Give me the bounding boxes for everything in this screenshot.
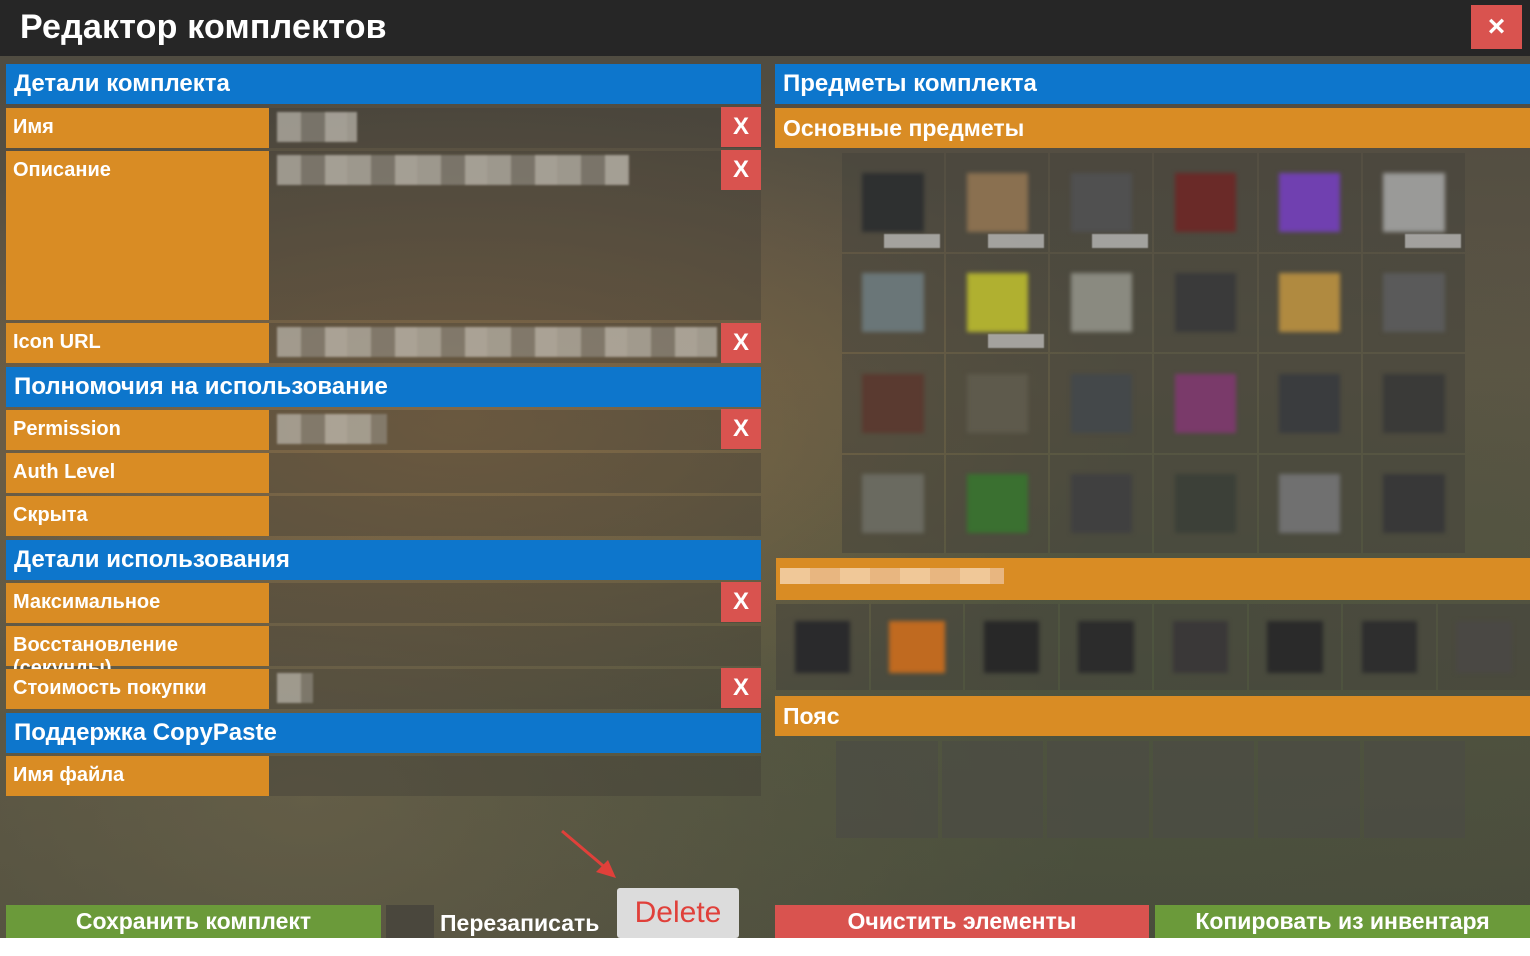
hidden-toggle[interactable] (269, 496, 761, 536)
item-slot[interactable] (1362, 354, 1465, 453)
wear-items-row (776, 604, 1530, 690)
permission-input[interactable] (269, 410, 761, 450)
close-button[interactable]: × (1471, 5, 1522, 49)
item-slot[interactable] (1362, 153, 1465, 252)
belt-header: Пояс (775, 696, 1530, 736)
cooldown-input[interactable] (269, 626, 761, 666)
item-slot[interactable] (1154, 454, 1257, 553)
belt-slot[interactable] (836, 741, 938, 838)
description-value-blurred (277, 155, 629, 185)
item-slot[interactable] (1050, 454, 1153, 553)
hidden-label: Скрыта (6, 496, 269, 536)
description-textarea[interactable] (269, 151, 761, 320)
description-label: Описание (6, 151, 269, 320)
belt-slot[interactable] (941, 741, 1043, 838)
kit-editor-window: Редактор комплектов × Детали комплекта И… (0, 0, 1530, 938)
purchase-cost-input[interactable] (269, 669, 761, 709)
wear-slot[interactable] (965, 604, 1058, 690)
belt-slot[interactable] (1258, 741, 1360, 838)
wear-slot[interactable] (1248, 604, 1341, 690)
wear-slot[interactable] (1343, 604, 1436, 690)
icon-url-value-blurred (277, 327, 717, 357)
name-input[interactable] (269, 108, 761, 148)
item-slot[interactable] (1154, 153, 1257, 252)
item-slot[interactable] (1258, 253, 1361, 352)
item-slot[interactable] (946, 354, 1049, 453)
copypaste-header: Поддержка CopyPaste (6, 713, 761, 753)
save-kit-button[interactable]: Сохранить комплект (6, 905, 381, 938)
item-slot[interactable] (946, 153, 1049, 252)
main-items-header: Основные предметы (775, 108, 1530, 148)
wear-slot[interactable] (1059, 604, 1152, 690)
wear-slot[interactable] (1154, 604, 1247, 690)
permissions-header: Полномочия на использование (6, 367, 761, 407)
item-slot[interactable] (842, 354, 945, 453)
filename-input[interactable] (269, 756, 761, 796)
purchase-cost-label: Стоимость покупки (6, 669, 269, 709)
item-slot[interactable] (1258, 354, 1361, 453)
max-uses-input[interactable] (269, 583, 761, 623)
item-slot[interactable] (1258, 153, 1361, 252)
cooldown-label: Восстановление (секунды) (6, 626, 269, 679)
item-slot[interactable] (946, 253, 1049, 352)
auth-level-label: Auth Level (6, 453, 269, 493)
item-slot[interactable] (1362, 253, 1465, 352)
belt-slot[interactable] (1047, 741, 1149, 838)
clear-icon-url-button[interactable]: X (721, 323, 761, 363)
item-slot[interactable] (1258, 454, 1361, 553)
clear-max-uses-button[interactable]: X (721, 582, 761, 622)
item-slot[interactable] (842, 253, 945, 352)
wear-slot[interactable] (776, 604, 869, 690)
overwrite-label: Перезаписать (440, 910, 600, 936)
item-slot[interactable] (946, 454, 1049, 553)
clear-name-button[interactable]: X (721, 107, 761, 147)
kit-details-header: Детали комплекта (6, 64, 761, 104)
clear-description-button[interactable]: X (721, 150, 761, 190)
wear-slot[interactable] (870, 604, 963, 690)
auth-level-input[interactable] (269, 453, 761, 493)
main-items-grid (842, 153, 1465, 553)
item-slot[interactable] (842, 454, 945, 553)
wear-slot[interactable] (1437, 604, 1530, 690)
main-items-progress-fill (780, 568, 1004, 584)
icon-url-label: Icon URL (6, 323, 269, 363)
filename-label: Имя файла (6, 756, 269, 796)
copy-from-inventory-button[interactable]: Копировать из инвентаря (1155, 905, 1530, 938)
main-items-progress-bar (776, 558, 1530, 600)
window-title: Редактор комплектов (20, 8, 387, 46)
item-slot[interactable] (1050, 354, 1153, 453)
kit-items-header: Предметы комплекта (775, 64, 1530, 104)
belt-slots-row (836, 741, 1465, 838)
item-slot[interactable] (1050, 253, 1153, 352)
permission-value-blurred (277, 414, 387, 444)
delete-button[interactable]: Delete (617, 888, 739, 938)
annotation-arrow-icon (561, 829, 616, 878)
item-slot[interactable] (1154, 253, 1257, 352)
belt-slot[interactable] (1152, 741, 1254, 838)
title-bar: Редактор комплектов × (0, 0, 1530, 56)
name-value-blurred (277, 112, 357, 142)
item-slot[interactable] (842, 153, 945, 252)
clear-permission-button[interactable]: X (721, 409, 761, 449)
usage-header: Детали использования (6, 540, 761, 580)
purchase-cost-value-blurred (277, 673, 313, 703)
max-uses-label: Максимальное (6, 583, 269, 623)
clear-items-button[interactable]: Очистить элементы (775, 905, 1149, 938)
name-label: Имя (6, 108, 269, 148)
item-slot[interactable] (1050, 153, 1153, 252)
overwrite-checkbox[interactable] (386, 905, 434, 938)
item-slot[interactable] (1362, 454, 1465, 553)
item-slot[interactable] (1154, 354, 1257, 453)
icon-url-input[interactable] (269, 323, 761, 363)
belt-slot[interactable] (1363, 741, 1465, 838)
permission-label: Permission (6, 410, 269, 450)
clear-purchase-cost-button[interactable]: X (721, 668, 761, 708)
